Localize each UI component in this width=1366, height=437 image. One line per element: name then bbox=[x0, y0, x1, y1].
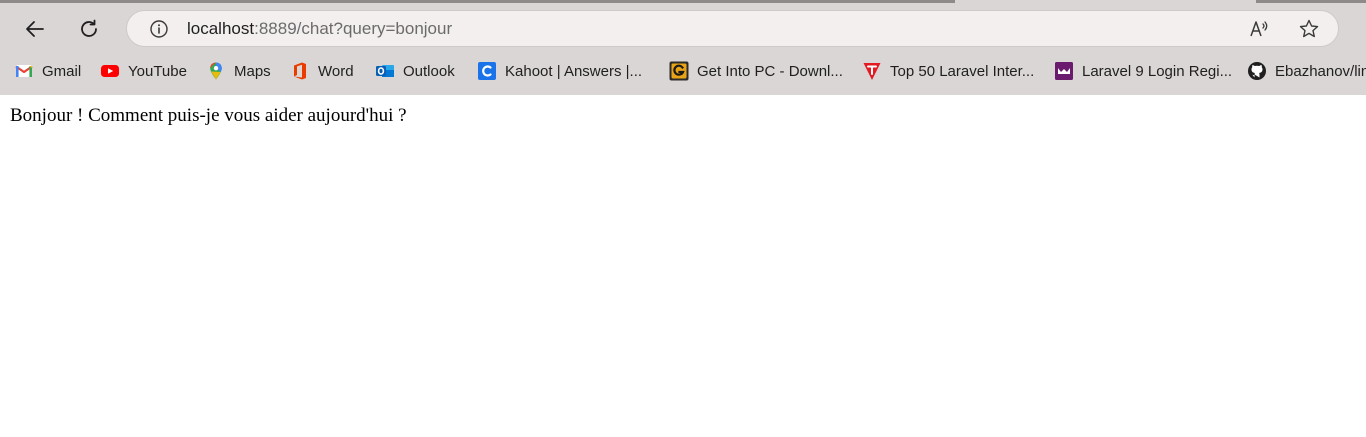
bookmark-label: Word bbox=[318, 62, 354, 80]
browser-chrome: localhost:8889/chat?query=bonjour Gmail bbox=[0, 0, 1366, 95]
bookmark-label: Laravel 9 Login Regi... bbox=[1082, 62, 1233, 80]
tab-strip-edge-right bbox=[1256, 0, 1366, 3]
read-aloud-icon[interactable] bbox=[1248, 18, 1270, 40]
bookmark-label: Maps bbox=[234, 62, 271, 80]
purple-site-icon bbox=[1055, 62, 1073, 80]
bookmark-label: Get Into PC - Downl... bbox=[697, 62, 843, 80]
bookmarks-bar: Gmail YouTube Maps Word Outlook Kahoot |… bbox=[0, 55, 1366, 87]
bookmark-label: YouTube bbox=[128, 62, 187, 80]
reload-icon bbox=[81, 19, 97, 37]
github-icon bbox=[1248, 62, 1266, 80]
bookmark-getintopc[interactable]: Get Into PC - Downl... bbox=[669, 60, 843, 82]
reload-button[interactable] bbox=[72, 12, 106, 46]
url-text[interactable]: localhost:8889/chat?query=bonjour bbox=[187, 19, 452, 39]
bookmark-outlook[interactable]: Outlook bbox=[375, 60, 455, 82]
gmail-icon bbox=[15, 65, 33, 77]
office-icon bbox=[294, 62, 306, 80]
address-bar[interactable]: localhost:8889/chat?query=bonjour bbox=[126, 10, 1339, 47]
bookmark-maps[interactable]: Maps bbox=[206, 60, 271, 82]
outlook-icon bbox=[376, 65, 394, 77]
laravel-icon bbox=[863, 63, 881, 80]
chat-response-text: Bonjour ! Comment puis-je vous aider auj… bbox=[10, 105, 407, 126]
tab-strip-edge bbox=[0, 0, 955, 3]
kahoot-icon bbox=[478, 62, 496, 80]
bookmark-gmail[interactable]: Gmail bbox=[14, 60, 81, 82]
bookmark-label: Ebazhanov/lin bbox=[1275, 62, 1366, 80]
url-path: :8889/chat?query=bonjour bbox=[254, 19, 453, 38]
bookmark-label: Kahoot | Answers |... bbox=[505, 62, 643, 80]
bookmark-laravel9-login[interactable]: Laravel 9 Login Regi... bbox=[1054, 60, 1232, 82]
back-button[interactable] bbox=[18, 12, 52, 46]
bookmark-github[interactable]: Ebazhanov/lin bbox=[1247, 60, 1366, 82]
bookmark-label: Top 50 Laravel Inter... bbox=[890, 62, 1035, 80]
bookmark-label: Gmail bbox=[42, 62, 82, 80]
bookmark-label: Outlook bbox=[403, 62, 455, 80]
arrow-left-icon bbox=[26, 21, 44, 37]
bookmark-youtube[interactable]: YouTube bbox=[100, 60, 187, 82]
youtube-icon bbox=[101, 65, 119, 77]
bookmark-word[interactable]: Word bbox=[290, 60, 354, 82]
bookmark-laravel-interview[interactable]: Top 50 Laravel Inter... bbox=[862, 60, 1034, 82]
bookmark-kahoot[interactable]: Kahoot | Answers |... bbox=[477, 60, 642, 82]
info-icon[interactable] bbox=[149, 19, 169, 39]
getintopc-icon bbox=[669, 61, 689, 81]
maps-icon bbox=[210, 62, 222, 80]
favorite-star-icon[interactable] bbox=[1298, 18, 1320, 40]
url-host: localhost bbox=[187, 19, 255, 38]
